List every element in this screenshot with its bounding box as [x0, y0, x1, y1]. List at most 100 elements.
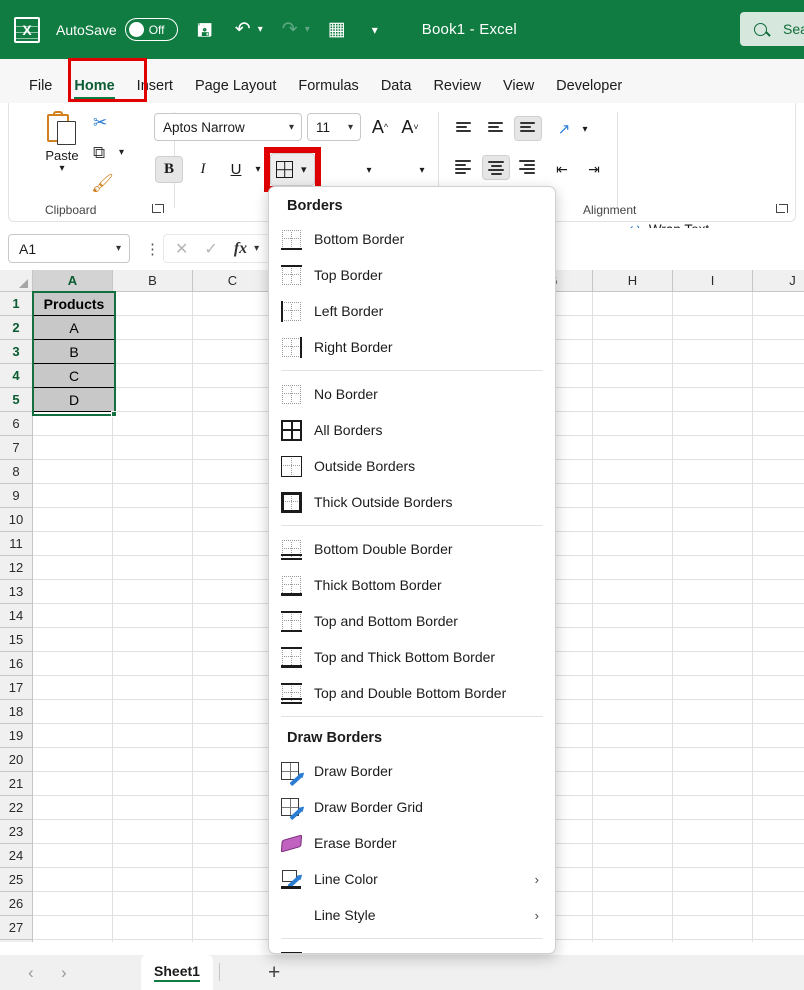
column-header-J[interactable]: J — [753, 270, 804, 292]
cell-H14[interactable] — [593, 604, 673, 628]
cell-H4[interactable] — [593, 364, 673, 388]
row-header-5[interactable]: 5 — [0, 388, 33, 412]
cell-A28[interactable] — [33, 940, 113, 942]
cell-J15[interactable] — [753, 628, 804, 652]
cell-J23[interactable] — [753, 820, 804, 844]
cell-A1[interactable]: Products — [33, 292, 115, 316]
cell-A2[interactable]: A — [33, 316, 115, 340]
cell-B1[interactable] — [113, 292, 193, 316]
decrease-font-size-button[interactable]: A ˅ — [397, 114, 423, 140]
cell-C27[interactable] — [193, 916, 273, 940]
cell-J8[interactable] — [753, 460, 804, 484]
cell-C4[interactable] — [193, 364, 273, 388]
cell-C12[interactable] — [193, 556, 273, 580]
row-header-1[interactable]: 1 — [0, 292, 33, 316]
cell-A7[interactable] — [33, 436, 113, 460]
menu-item-bottom-border[interactable]: Bottom Border — [269, 221, 555, 257]
cell-J25[interactable] — [753, 868, 804, 892]
cell-A15[interactable] — [33, 628, 113, 652]
cell-A22[interactable] — [33, 796, 113, 820]
cell-C2[interactable] — [193, 316, 273, 340]
cell-H10[interactable] — [593, 508, 673, 532]
cell-B8[interactable] — [113, 460, 193, 484]
cell-B18[interactable] — [113, 700, 193, 724]
column-header-H[interactable]: H — [593, 270, 673, 292]
cell-A11[interactable] — [33, 532, 113, 556]
cell-A9[interactable] — [33, 484, 113, 508]
cell-I24[interactable] — [673, 844, 753, 868]
align-right-button[interactable] — [514, 155, 542, 180]
cell-I23[interactable] — [673, 820, 753, 844]
cell-J16[interactable] — [753, 652, 804, 676]
cell-H9[interactable] — [593, 484, 673, 508]
cell-C14[interactable] — [193, 604, 273, 628]
cell-H6[interactable] — [593, 412, 673, 436]
tab-page-layout[interactable]: Page Layout — [184, 78, 287, 103]
cell-C8[interactable] — [193, 460, 273, 484]
cell-I6[interactable] — [673, 412, 753, 436]
menu-item-line-color[interactable]: Line Color › — [269, 861, 555, 897]
cell-I12[interactable] — [673, 556, 753, 580]
font-name-chevron-down-icon[interactable]: ▾ — [289, 122, 294, 133]
row-header-18[interactable]: 18 — [0, 700, 33, 724]
tab-formulas[interactable]: Formulas — [287, 78, 369, 103]
cell-B24[interactable] — [113, 844, 193, 868]
cell-H18[interactable] — [593, 700, 673, 724]
cell-B17[interactable] — [113, 676, 193, 700]
cell-A21[interactable] — [33, 772, 113, 796]
cell-B9[interactable] — [113, 484, 193, 508]
clipboard-dialog-launcher[interactable] — [151, 203, 164, 216]
cell-H13[interactable] — [593, 580, 673, 604]
cell-B4[interactable] — [113, 364, 193, 388]
row-header-20[interactable]: 20 — [0, 748, 33, 772]
cell-A13[interactable] — [33, 580, 113, 604]
cell-I13[interactable] — [673, 580, 753, 604]
menu-item-draw-border-grid[interactable]: Draw Border Grid — [269, 789, 555, 825]
row-header-16[interactable]: 16 — [0, 652, 33, 676]
cell-J9[interactable] — [753, 484, 804, 508]
row-header-22[interactable]: 22 — [0, 796, 33, 820]
cell-H22[interactable] — [593, 796, 673, 820]
format-painter-icon[interactable]: 🖌 — [91, 173, 114, 194]
font-color-chevron-down-icon[interactable]: ▾ — [414, 161, 430, 179]
row-header-27[interactable]: 27 — [0, 916, 33, 940]
row-header-6[interactable]: 6 — [0, 412, 33, 436]
cell-J13[interactable] — [753, 580, 804, 604]
cell-B25[interactable] — [113, 868, 193, 892]
menu-item-thick-outside-borders[interactable]: Thick Outside Borders — [269, 484, 555, 520]
enter-icon[interactable]: ✓ — [204, 239, 217, 259]
cell-A16[interactable] — [33, 652, 113, 676]
cell-I18[interactable] — [673, 700, 753, 724]
cell-C28[interactable] — [193, 940, 273, 942]
cell-A10[interactable] — [33, 508, 113, 532]
column-header-B[interactable]: B — [113, 270, 193, 292]
cell-I20[interactable] — [673, 748, 753, 772]
cell-I14[interactable] — [673, 604, 753, 628]
cell-C6[interactable] — [193, 412, 273, 436]
cancel-icon[interactable]: ✕ — [175, 239, 188, 259]
cell-J12[interactable] — [753, 556, 804, 580]
cell-B5[interactable] — [113, 388, 193, 412]
cell-A17[interactable] — [33, 676, 113, 700]
underline-button[interactable]: U — [223, 156, 249, 183]
cell-J21[interactable] — [753, 772, 804, 796]
cell-I9[interactable] — [673, 484, 753, 508]
cell-I26[interactable] — [673, 892, 753, 916]
cell-I15[interactable] — [673, 628, 753, 652]
menu-item-no-border[interactable]: No Border — [269, 376, 555, 412]
cell-I25[interactable] — [673, 868, 753, 892]
cell-J3[interactable] — [753, 340, 804, 364]
cell-C20[interactable] — [193, 748, 273, 772]
row-header-24[interactable]: 24 — [0, 844, 33, 868]
cell-J19[interactable] — [753, 724, 804, 748]
cell-I3[interactable] — [673, 340, 753, 364]
cell-B16[interactable] — [113, 652, 193, 676]
cell-A24[interactable] — [33, 844, 113, 868]
align-center-button[interactable] — [482, 155, 510, 180]
cell-A6[interactable] — [33, 412, 113, 436]
cell-B11[interactable] — [113, 532, 193, 556]
menu-item-right-border[interactable]: Right Border — [269, 329, 555, 365]
decrease-indent-button[interactable]: ⇤ — [549, 157, 575, 181]
name-box-chevron-down-icon[interactable]: ▾ — [116, 243, 121, 254]
cell-C10[interactable] — [193, 508, 273, 532]
